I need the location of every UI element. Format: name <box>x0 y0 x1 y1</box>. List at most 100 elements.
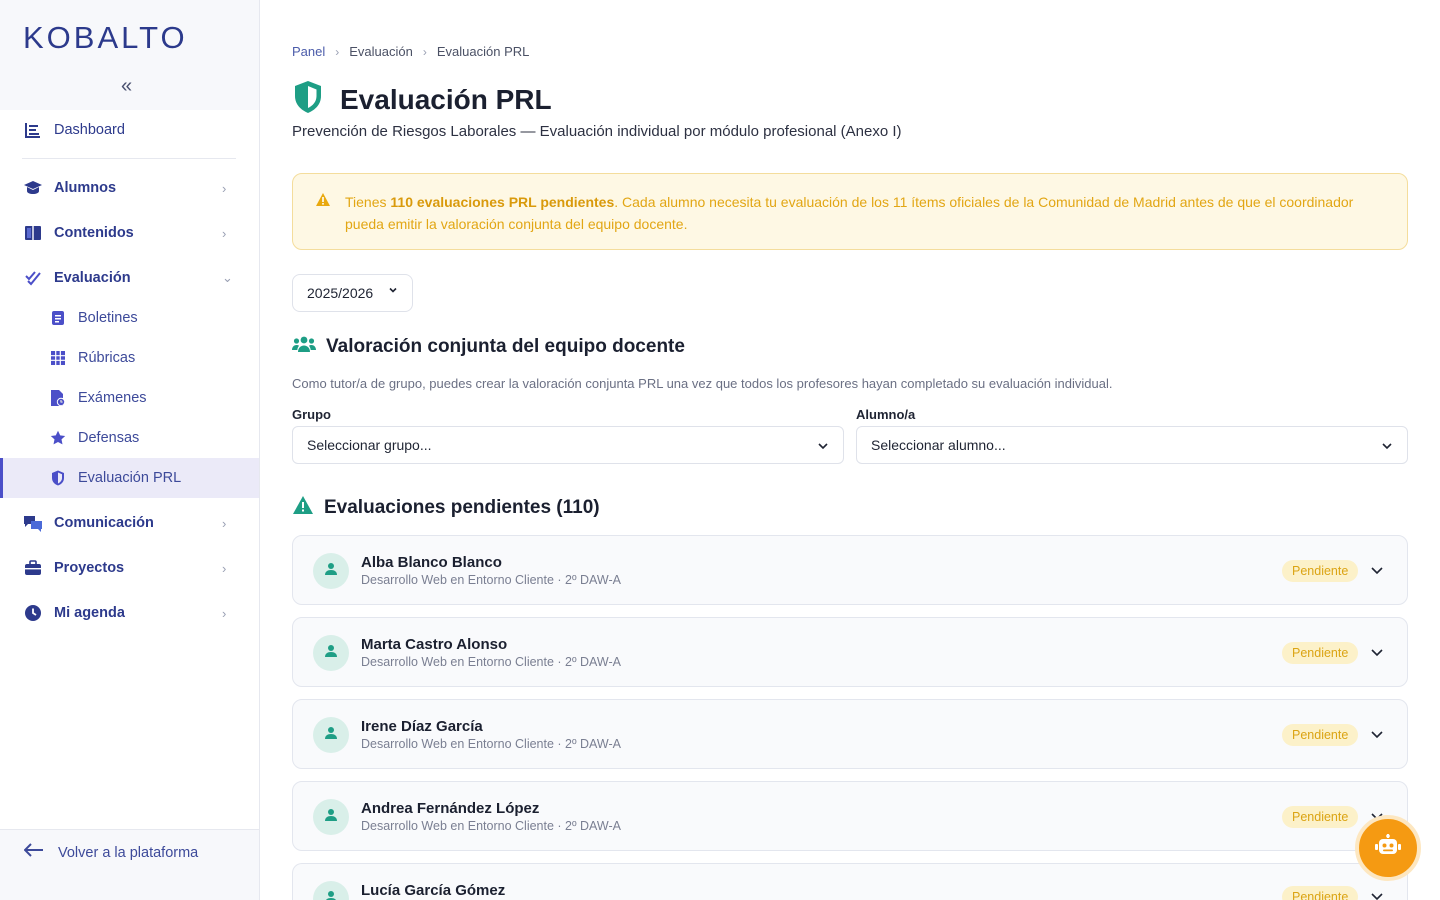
joint-evaluation-title: Valoración conjunta del equipo docente <box>326 335 685 357</box>
chevron-right-icon: › <box>222 225 227 241</box>
sidebar-item-label: Alumnos <box>54 180 117 196</box>
chevron-down-icon[interactable] <box>1369 726 1385 747</box>
breadcrumb-evaluacion[interactable]: Evaluación <box>349 44 413 59</box>
student-name: Lucía García Gómez <box>361 882 506 899</box>
sidebar-item-label: Evaluación <box>54 270 131 286</box>
avatar <box>313 881 349 900</box>
group-label: Grupo <box>292 407 331 422</box>
sidebar-item-label: Mi agenda <box>54 605 125 621</box>
user-icon <box>325 644 337 663</box>
page-title: Evaluación PRL <box>340 83 552 115</box>
chevron-down-icon <box>1381 439 1393 455</box>
year-value: 2025/2026 <box>307 285 374 301</box>
student-select[interactable]: Seleccionar alumno... <box>856 426 1408 464</box>
student-card[interactable]: Lucía García Gómez Pendiente <box>292 863 1408 900</box>
student-name: Irene Díaz García <box>361 718 483 735</box>
student-select-value: Seleccionar alumno... <box>871 437 1006 453</box>
shield-icon <box>48 468 68 488</box>
avatar <box>313 717 349 753</box>
sidebar-item-mi-agenda[interactable]: Mi agenda › <box>0 593 259 633</box>
user-icon <box>325 726 337 745</box>
breadcrumb-panel[interactable]: Panel <box>292 44 325 59</box>
sidebar: KOBALTO « Dashboard Alumnos › Contenidos… <box>0 0 260 900</box>
user-icon <box>325 562 337 581</box>
comments-icon <box>23 513 43 533</box>
avatar <box>313 635 349 671</box>
sidebar-item-label: Exámenes <box>78 390 147 406</box>
group-select[interactable]: Seleccionar grupo... <box>292 426 844 464</box>
student-card[interactable]: Alba Blanco Blanco Desarrollo Web en Ent… <box>292 535 1408 605</box>
shield-icon <box>292 80 324 119</box>
chevron-right-icon: › <box>422 44 427 59</box>
chevron-right-icon: › <box>335 44 340 59</box>
sidebar-item-alumnos[interactable]: Alumnos › <box>0 168 259 208</box>
sidebar-item-proyectos[interactable]: Proyectos › <box>0 548 259 588</box>
chevron-down-icon[interactable] <box>1369 562 1385 583</box>
book-icon <box>23 223 43 243</box>
sidebar-divider <box>22 158 236 159</box>
check-double-icon <box>23 268 43 288</box>
pending-alert: Tienes 110 evaluaciones PRL pendientes. … <box>292 173 1408 250</box>
back-link-label: Volver a la plataforma <box>58 844 199 861</box>
chevron-right-icon: › <box>222 515 227 531</box>
chevron-down-icon <box>817 439 829 455</box>
graduation-cap-icon <box>23 178 43 198</box>
student-label: Alumno/a <box>856 407 916 422</box>
sidebar-item-label: Proyectos <box>54 560 125 576</box>
student-card[interactable]: Marta Castro Alonso Desarrollo Web en En… <box>292 617 1408 687</box>
student-meta: Desarrollo Web en Entorno Cliente · 2º D… <box>361 655 621 669</box>
pending-evaluations-title: Evaluaciones pendientes (110) <box>324 496 600 518</box>
student-name: Andrea Fernández López <box>361 800 540 817</box>
file-clock-icon <box>48 388 68 408</box>
student-meta: Desarrollo Web en Entorno Cliente · 2º D… <box>361 737 621 751</box>
clipboard-icon <box>48 308 68 328</box>
sidebar-item-examenes[interactable]: Exámenes <box>0 378 259 418</box>
user-icon <box>325 890 337 900</box>
warning-icon <box>315 192 331 212</box>
collapse-sidebar-icon[interactable]: « <box>121 76 132 96</box>
sidebar-item-evaluacion-prl[interactable]: Evaluación PRL <box>0 458 259 498</box>
sidebar-item-label: Contenidos <box>54 225 134 241</box>
briefcase-icon <box>23 558 43 578</box>
joint-evaluation-description: Como tutor/a de grupo, puedes crear la v… <box>292 376 1113 391</box>
chevron-right-icon: › <box>222 560 227 576</box>
alert-text: Tienes 110 evaluaciones PRL pendientes. … <box>345 194 1354 232</box>
sidebar-item-label: Evaluación PRL <box>78 470 182 486</box>
assistant-bot-button[interactable] <box>1355 815 1421 881</box>
chevron-down-icon[interactable] <box>1369 644 1385 665</box>
user-icon <box>325 808 337 827</box>
group-select-value: Seleccionar grupo... <box>307 437 432 453</box>
sidebar-item-label: Rúbricas <box>78 350 136 366</box>
sidebar-item-dashboard[interactable]: Dashboard <box>0 110 259 150</box>
chart-list-icon <box>23 120 43 140</box>
brand-logo[interactable]: KOBALTO <box>23 20 188 56</box>
back-to-platform-link[interactable]: Volver a la plataforma <box>23 843 199 862</box>
status-badge: Pendiente <box>1282 806 1359 828</box>
star-icon <box>48 428 68 448</box>
robot-icon <box>1374 833 1402 863</box>
sidebar-item-evaluacion[interactable]: Evaluación ⌄ <box>0 258 259 298</box>
sidebar-item-label: Defensas <box>78 430 140 446</box>
grid-icon <box>48 348 68 368</box>
arrow-left-icon <box>23 843 44 862</box>
sidebar-item-contenidos[interactable]: Contenidos › <box>0 213 259 253</box>
student-meta: Desarrollo Web en Entorno Cliente · 2º D… <box>361 573 621 587</box>
status-badge: Pendiente <box>1282 886 1359 900</box>
sidebar-item-boletines[interactable]: Boletines <box>0 298 259 338</box>
users-icon <box>292 335 316 358</box>
chevron-down-icon[interactable] <box>1369 888 1385 900</box>
academic-year-select[interactable]: 2025/2026 <box>292 274 413 312</box>
sidebar-item-label: Dashboard <box>54 122 125 138</box>
student-card[interactable]: Irene Díaz García Desarrollo Web en Ento… <box>292 699 1408 769</box>
sidebar-item-comunicacion[interactable]: Comunicación › <box>0 503 259 543</box>
page-header: Evaluación PRL <box>292 80 552 119</box>
sidebar-item-defensas[interactable]: Defensas <box>0 418 259 458</box>
student-meta: Desarrollo Web en Entorno Cliente · 2º D… <box>361 819 621 833</box>
chevron-down-icon: ⌄ <box>222 270 233 285</box>
clock-icon <box>23 603 43 623</box>
student-card[interactable]: Andrea Fernández López Desarrollo Web en… <box>292 781 1408 851</box>
sidebar-item-rubricas[interactable]: Rúbricas <box>0 338 259 378</box>
chevron-right-icon: › <box>222 605 227 621</box>
status-badge: Pendiente <box>1282 560 1359 582</box>
warning-icon <box>292 495 314 520</box>
